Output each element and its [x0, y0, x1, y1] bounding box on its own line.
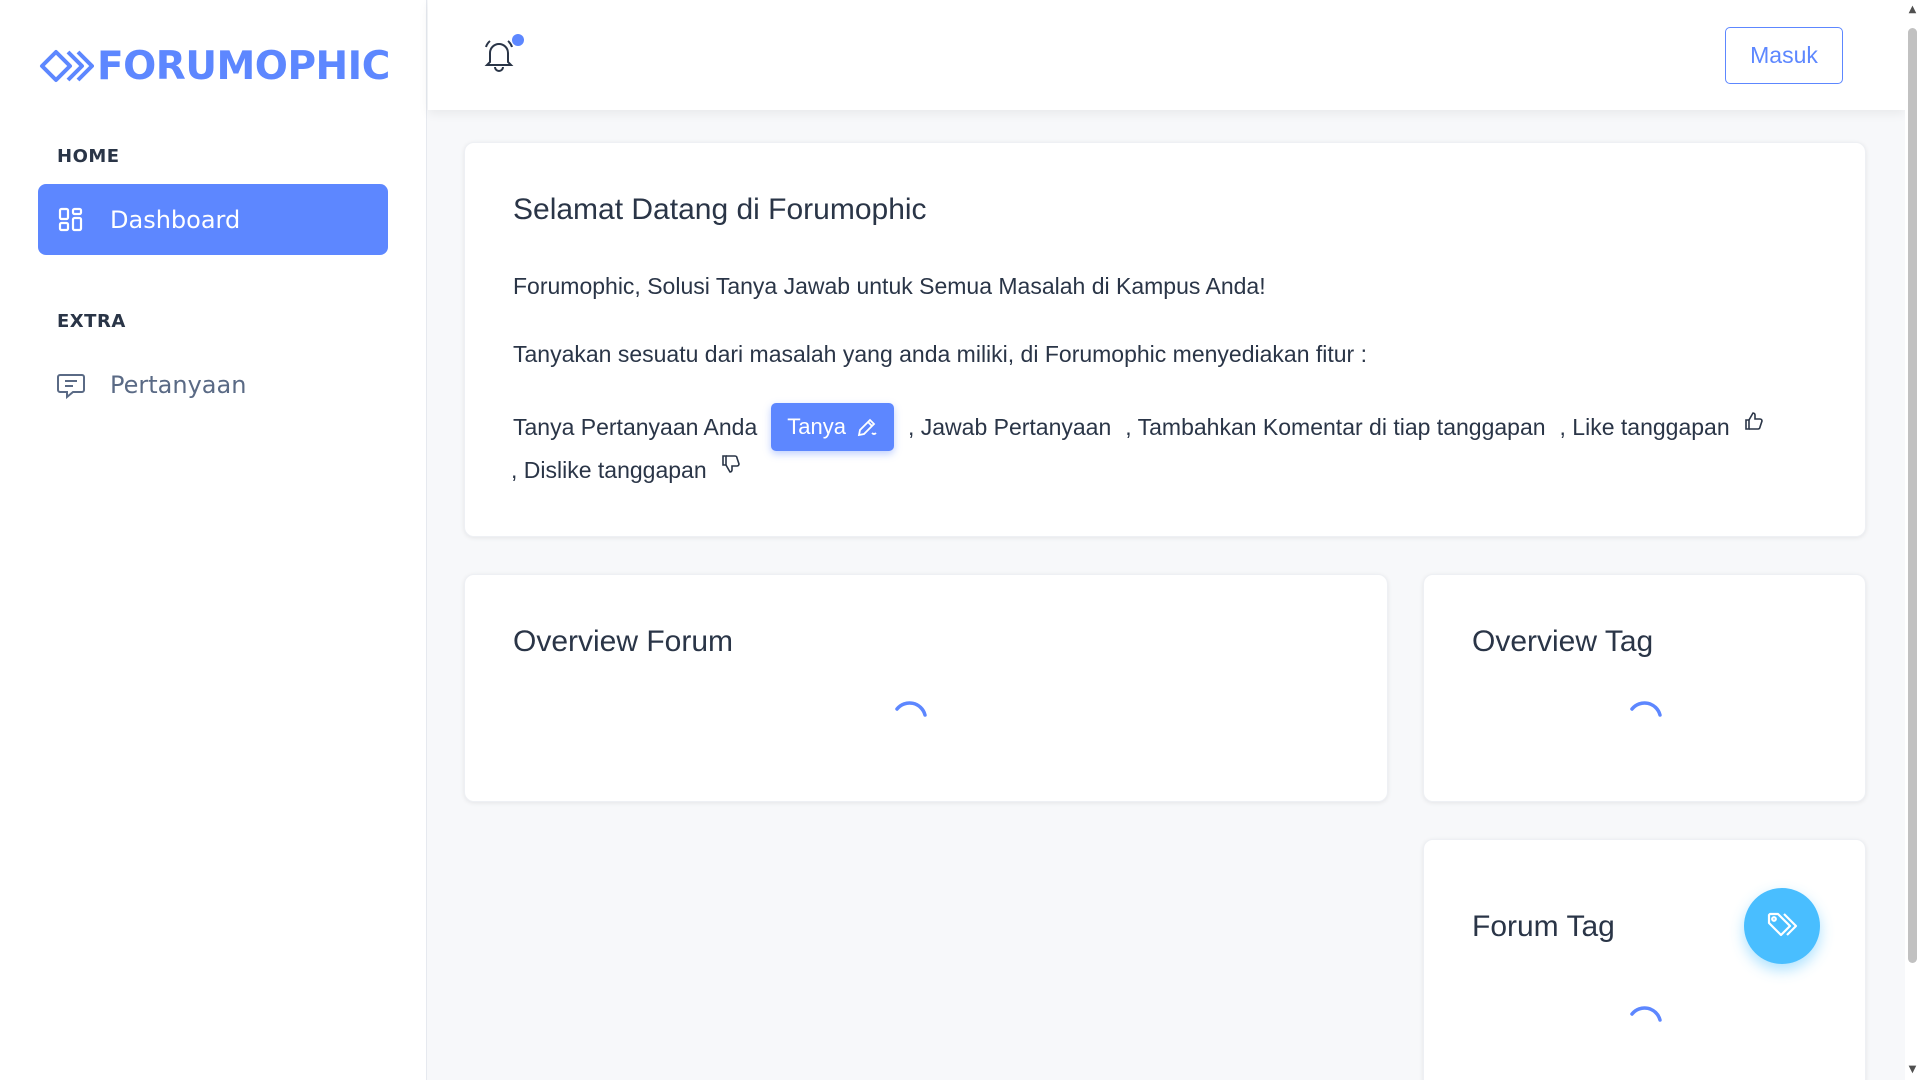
feature-answer: , Jawab Pertanyaan: [907, 413, 1112, 440]
brand-name: FORUMOPHIC: [97, 43, 390, 89]
scroll-up-arrow-icon[interactable]: ▲: [1908, 4, 1917, 16]
top-header: Masuk: [428, 0, 1905, 110]
login-button[interactable]: Masuk: [1725, 27, 1843, 84]
welcome-title: Selamat Datang di Forumophic: [513, 193, 927, 226]
feature-list-cont: , Dislike tanggapan: [511, 455, 741, 484]
nav-caption-extra: EXTRA: [57, 311, 126, 332]
sidebar: FORUMOPHIC HOME Dashboard EXTRA Pertanya…: [0, 0, 427, 1080]
ask-button[interactable]: Tanya: [771, 403, 894, 451]
thumb-down-icon: [721, 453, 741, 480]
nav-caption-home: HOME: [57, 146, 120, 167]
scrollbar-thumb[interactable]: [1908, 28, 1917, 963]
sidebar-item-pertanyaan[interactable]: Pertanyaan: [38, 349, 388, 420]
message-question-icon: [56, 370, 86, 400]
overview-forum-card: Overview Forum: [464, 574, 1388, 802]
scroll-down-arrow-icon[interactable]: ▼: [1908, 1064, 1917, 1076]
logo-mark-icon: [40, 50, 94, 82]
loading-spinner-icon: [1630, 1006, 1662, 1022]
overview-tag-title: Overview Tag: [1472, 625, 1654, 658]
sidebar-item-label: Pertanyaan: [110, 370, 247, 399]
pencil-icon: [857, 418, 877, 437]
overview-forum-title: Overview Forum: [513, 625, 734, 658]
loading-spinner-icon: [895, 701, 927, 717]
page-scrollbar[interactable]: ▲ ▼: [1905, 0, 1920, 1080]
sidebar-item-label: Dashboard: [110, 205, 241, 234]
overview-tag-card: Overview Tag: [1423, 574, 1866, 802]
ask-button-label: Tanya: [787, 414, 846, 439]
feature-ask: Tanya Pertanyaan Anda: [513, 413, 758, 440]
sidebar-item-dashboard[interactable]: Dashboard: [38, 184, 388, 255]
feature-dislike: , Dislike tanggapan: [511, 457, 707, 483]
welcome-intro: Tanyakan sesuatu dari masalah yang anda …: [513, 341, 1367, 367]
feature-list: Tanya Pertanyaan Anda Tanya , Jawab Pert…: [513, 403, 1764, 451]
notification-badge: [512, 34, 524, 46]
welcome-tagline: Forumophic, Solusi Tanya Jawab untuk Sem…: [513, 273, 1266, 299]
tags-fab-button[interactable]: [1744, 888, 1820, 964]
feature-like: , Like tanggapan: [1559, 413, 1730, 440]
forum-tag-title: Forum Tag: [1472, 910, 1615, 943]
welcome-card: Selamat Datang di Forumophic Forumophic,…: [464, 142, 1866, 537]
tags-icon: [1767, 912, 1798, 937]
thumb-up-icon: [1744, 410, 1764, 437]
bell-icon[interactable]: [484, 38, 514, 72]
feature-comment: , Tambahkan Komentar di tiap tanggapan: [1125, 413, 1546, 440]
dashboard-grid-icon: [56, 205, 86, 235]
brand-logo[interactable]: FORUMOPHIC: [38, 43, 390, 89]
loading-spinner-icon: [1630, 701, 1662, 717]
